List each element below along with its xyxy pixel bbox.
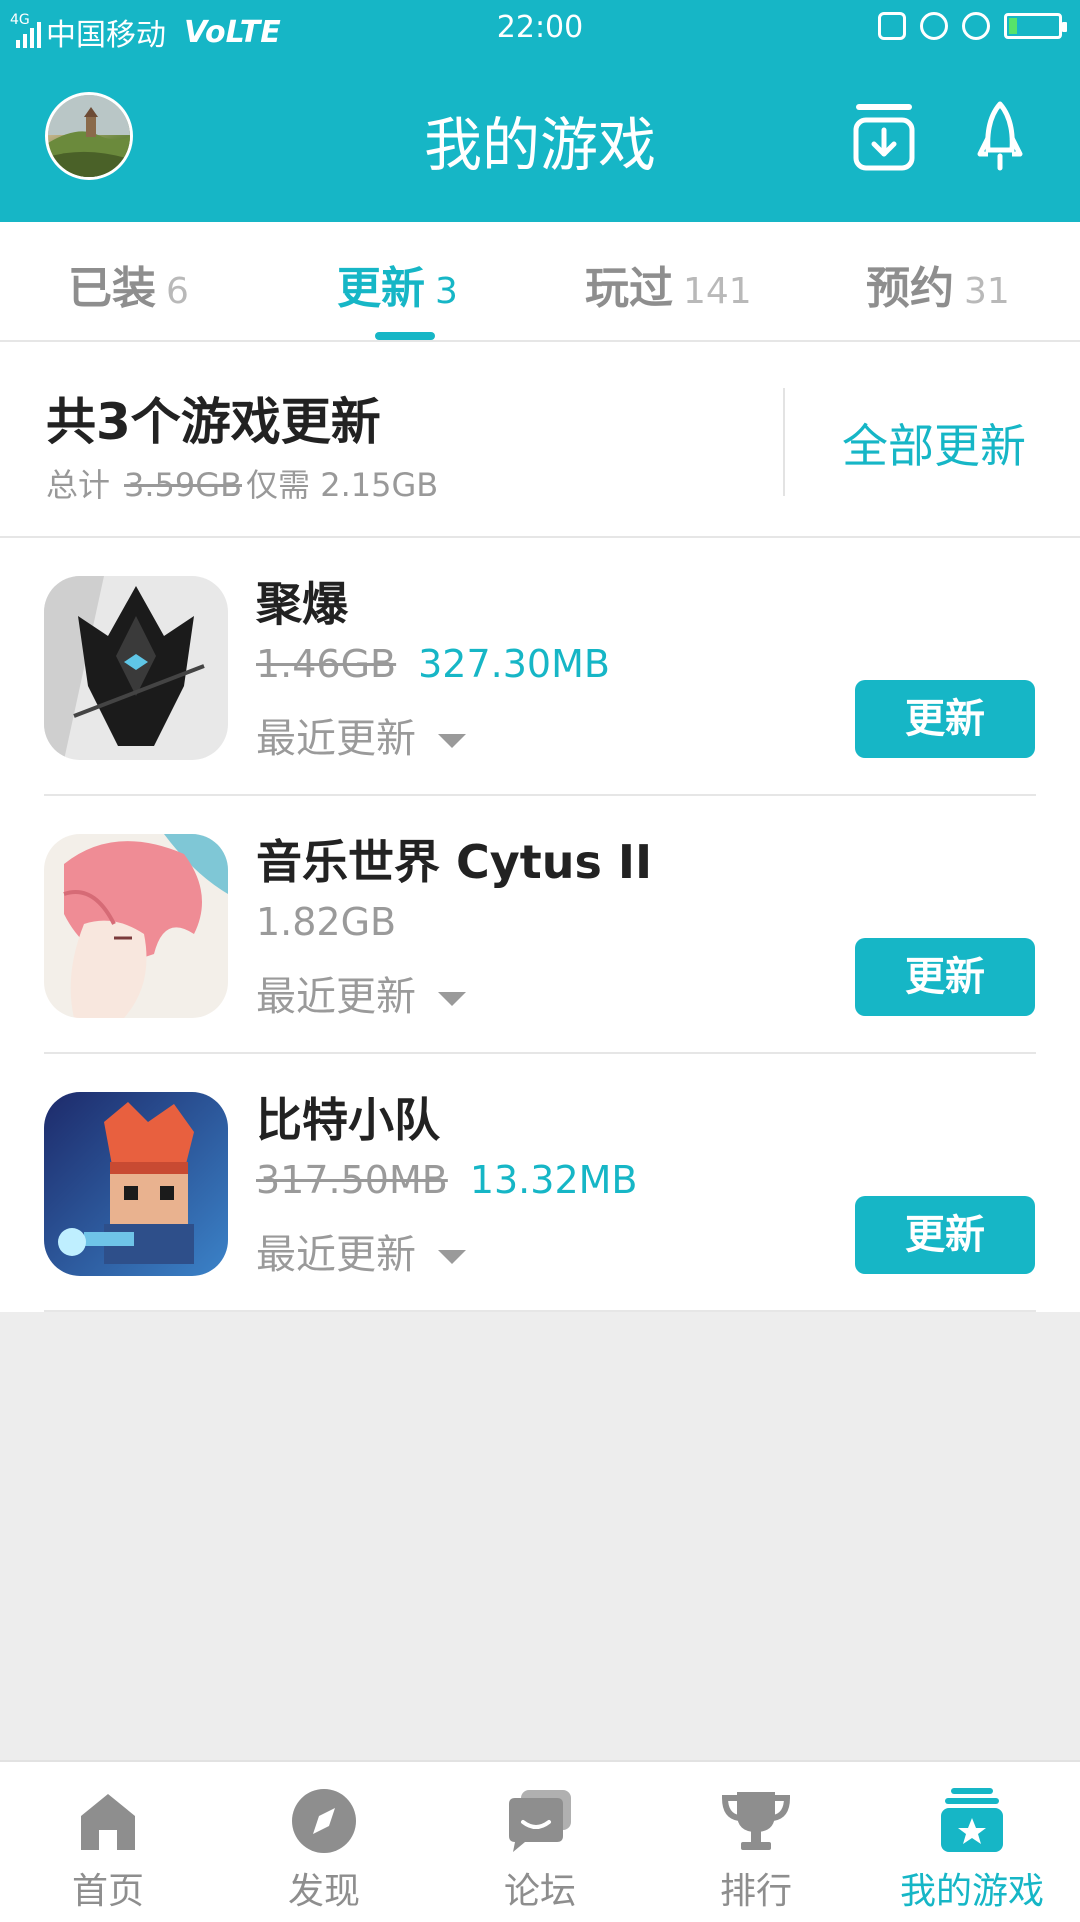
nav-label: 发现	[287, 1871, 360, 1912]
active-tab-indicator	[375, 332, 435, 340]
update-all-button[interactable]: 全部更新	[842, 410, 1026, 476]
nav-discover[interactable]: 发现	[216, 1762, 432, 1922]
game-size: 1.46GB 327.30MB	[256, 642, 610, 686]
recent-update-label: 最近更新	[256, 1232, 416, 1278]
nav-forum[interactable]: 论坛	[432, 1762, 648, 1922]
update-button[interactable]: 更新	[855, 1196, 1035, 1274]
list-item[interactable]: 比特小队 317.50MB 13.32MB 最近更新 更新	[0, 1054, 1080, 1312]
rotation-lock-icon	[920, 12, 948, 40]
game-icon[interactable]	[44, 1092, 228, 1276]
recent-update-toggle[interactable]: 最近更新	[256, 706, 466, 764]
nav-ranking[interactable]: 排行	[648, 1762, 864, 1922]
tab-reserved[interactable]: 预约 31	[866, 252, 1010, 316]
update-size: 13.32MB	[469, 1158, 638, 1202]
compass-icon	[292, 1789, 356, 1853]
recent-update-toggle[interactable]: 最近更新	[256, 964, 466, 1022]
tab-count: 6	[166, 271, 189, 312]
tab-label: 已装	[68, 263, 156, 314]
battery-icon	[1004, 13, 1067, 39]
chevron-down-icon	[438, 1250, 466, 1264]
game-size: 1.82GB	[256, 900, 396, 944]
forum-icon	[509, 1790, 571, 1852]
download-icon	[853, 104, 915, 171]
list-item[interactable]: 音乐世界 Cytus II 1.82GB 最近更新 更新	[0, 796, 1080, 1054]
old-size: 1.46GB	[256, 642, 397, 686]
game-name: 比特小队	[256, 1093, 440, 1147]
game-size: 317.50MB 13.32MB	[256, 1158, 637, 1202]
tab-label: 预约	[866, 263, 954, 314]
game-name: 音乐世界 Cytus II	[256, 835, 653, 889]
tab-installed[interactable]: 已装 6	[68, 252, 189, 316]
tab-count: 31	[964, 271, 1010, 312]
game-size-value: 1.82GB	[256, 900, 397, 944]
game-name: 聚爆	[256, 577, 348, 631]
nav-my-games[interactable]: 我的游戏	[864, 1762, 1080, 1922]
app-header: 我的游戏	[0, 56, 1080, 222]
summary-size-line: 总计 3.59GB 仅需 2.15GB	[46, 460, 438, 506]
rocket-icon	[977, 101, 1023, 171]
tab-count: 141	[683, 271, 752, 312]
tab-label: 更新	[337, 263, 425, 314]
trophy-icon	[721, 1792, 791, 1850]
tab-label: 玩过	[585, 263, 673, 314]
recent-update-label: 最近更新	[256, 974, 416, 1020]
divider	[783, 388, 785, 496]
nav-label: 论坛	[503, 1871, 576, 1912]
divider	[44, 1310, 1036, 1312]
page-title: 我的游戏	[423, 111, 656, 179]
chevron-down-icon	[438, 992, 466, 1006]
update-size: 327.30MB	[418, 642, 610, 686]
need-label: 仅需	[246, 466, 311, 504]
update-button[interactable]: 更新	[855, 938, 1035, 1016]
notification-icon	[878, 12, 906, 40]
status-bar: 4G 中国移动 VoLTE 22:00	[0, 0, 1080, 56]
recent-update-label: 最近更新	[256, 716, 416, 762]
download-manager-button[interactable]	[852, 102, 916, 172]
summary-title: 共3个游戏更新	[46, 393, 381, 451]
nav-label: 排行	[719, 1871, 792, 1912]
speed-up-button[interactable]	[976, 100, 1024, 172]
bottom-navigation: 首页 发现 论坛 排行 我的游戏	[0, 1760, 1080, 1922]
old-size: 317.50MB	[256, 1158, 448, 1202]
tab-bar: 已装 6 更新 3 玩过 141 预约 31	[0, 222, 1080, 342]
list-item[interactable]: 聚爆 1.46GB 327.30MB 最近更新 更新	[0, 538, 1080, 796]
total-label: 总计	[46, 466, 111, 504]
tab-updates[interactable]: 更新 3	[337, 252, 458, 316]
game-update-list: 聚爆 1.46GB 327.30MB 最近更新 更新 音乐世界 Cytus II …	[0, 538, 1080, 1312]
tab-count: 3	[435, 271, 458, 312]
update-summary: 共3个游戏更新 总计 3.59GB 仅需 2.15GB 全部更新	[0, 342, 1080, 538]
game-icon[interactable]	[44, 576, 228, 760]
nav-label: 首页	[71, 1871, 144, 1912]
alarm-icon	[962, 12, 990, 40]
chevron-down-icon	[438, 734, 466, 748]
need-size: 2.15GB	[320, 466, 439, 504]
nav-home[interactable]: 首页	[0, 1762, 216, 1922]
update-button[interactable]: 更新	[855, 680, 1035, 758]
nav-label: 我的游戏	[899, 1871, 1044, 1912]
home-icon	[81, 1794, 135, 1850]
my-games-icon	[941, 1788, 1003, 1852]
original-size: 3.59GB	[124, 466, 243, 504]
recent-update-toggle[interactable]: 最近更新	[256, 1222, 466, 1280]
game-icon[interactable]	[44, 834, 228, 1018]
tab-played[interactable]: 玩过 141	[585, 252, 752, 316]
status-right	[878, 12, 1067, 40]
